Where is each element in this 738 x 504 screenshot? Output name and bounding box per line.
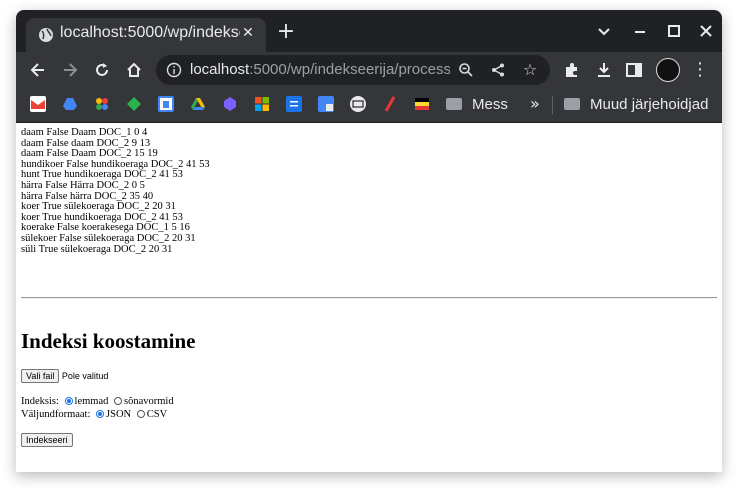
radio-sonavormid[interactable] [114, 397, 122, 405]
choose-file-button[interactable]: Vali fail [21, 369, 60, 383]
radio-json[interactable] [96, 410, 105, 418]
format-row: Väljundformaat: JSON CSV [21, 408, 174, 421]
tab-search-icon[interactable] [592, 20, 616, 42]
radio-csv-label[interactable]: CSV [147, 409, 167, 420]
result-line: daam False Daam DOC_1 0 4 [21, 127, 148, 138]
horizontal-rule [21, 297, 717, 299]
google-drive-icon[interactable] [190, 96, 206, 112]
bookmark-folder-label: Mess [472, 96, 508, 113]
photos-icon[interactable] [94, 96, 110, 112]
result-line: sülekoer False sülekoeraga DOC_2 20 31 [21, 232, 196, 244]
radio-csv[interactable] [136, 410, 145, 418]
bookmarks-bar: Mess » Muud järjehoidjad [16, 88, 722, 123]
result-line: härra False Härra DOC_2 0 5 [21, 179, 145, 191]
new-tab-button[interactable]: + [274, 20, 298, 44]
page-content: daam False Daam DOC_1 0 4 daam False daa… [16, 123, 722, 472]
results-list: daam False Daam DOC_1 0 4 daam False daa… [21, 127, 210, 255]
radio-json-label[interactable]: JSON [106, 409, 131, 420]
index-row: Indeksis: lemmad sõnavormid [21, 395, 174, 408]
profile-avatar[interactable] [656, 58, 680, 82]
reload-icon[interactable] [90, 58, 114, 82]
browser-toolbar: localhost:5000/wp/indekseerija/process ☆… [16, 52, 722, 88]
tab-title: localhost:5000/wp/indekseerija/process [60, 24, 240, 41]
info-icon[interactable] [166, 62, 182, 78]
tab-bar: localhost:5000/wp/indekseerija/process ✕… [16, 10, 722, 52]
slash-bookmark-icon[interactable] [382, 96, 398, 112]
browser-window: localhost:5000/wp/indekseerija/process ✕… [16, 10, 722, 472]
url-text[interactable]: localhost:5000/wp/indekseerija/process [190, 61, 450, 78]
result-line: süli True sülekoeraga DOC_2 20 31 [21, 243, 173, 255]
options-group: Indeksis: lemmad sõnavormid Väljundforma… [21, 395, 174, 421]
maximize-button[interactable] [662, 20, 686, 42]
google-forms-icon[interactable] [286, 96, 302, 112]
index-label: Indeksis: [21, 396, 59, 407]
extensions-icon[interactable] [560, 58, 584, 82]
index-submit-button[interactable]: Indekseeri [21, 433, 73, 447]
forward-icon[interactable] [58, 58, 82, 82]
flag-icon[interactable] [414, 96, 430, 112]
feedly-icon[interactable] [126, 96, 142, 112]
bookmarks-separator [552, 96, 553, 114]
url-host: localhost [190, 61, 250, 78]
microsoft-icon[interactable] [254, 96, 270, 112]
radio-lemmad[interactable] [64, 397, 73, 405]
page-heading: Indeksi koostamine [21, 329, 196, 353]
submit-row: Indekseeri [21, 430, 73, 448]
folder-icon [564, 98, 580, 110]
calendar-icon[interactable] [158, 96, 174, 112]
close-window-button[interactable] [694, 20, 718, 42]
google-translate-icon[interactable] [318, 96, 334, 112]
radio-lemmad-label[interactable]: lemmad [75, 396, 109, 407]
home-icon[interactable] [122, 58, 146, 82]
format-label: Väljundformaat: [21, 409, 91, 420]
back-icon[interactable] [26, 58, 50, 82]
minimize-button[interactable] [628, 20, 652, 42]
bookmark-folder-label: Muud järjehoidjad [590, 96, 709, 113]
bookmark-folder-other[interactable]: Muud järjehoidjad [564, 96, 708, 113]
close-tab-icon[interactable]: ✕ [238, 23, 258, 43]
share-icon[interactable] [486, 58, 510, 82]
drive-bookmark-icon[interactable] [62, 96, 78, 112]
menu-kebab-icon[interactable]: ⋮ [688, 58, 712, 82]
app-bookmark-icon[interactable] [222, 96, 238, 112]
tab-active[interactable]: localhost:5000/wp/indekseerija/process ✕ [26, 18, 266, 52]
zoom-icon[interactable] [454, 58, 478, 82]
file-picker: Vali fail Pole valitud [21, 369, 108, 383]
wayback-icon[interactable] [350, 96, 366, 112]
folder-icon [446, 98, 462, 110]
address-bar[interactable]: localhost:5000/wp/indekseerija/process ☆ [156, 55, 550, 85]
globe-icon [39, 28, 53, 42]
side-panel-icon[interactable] [622, 58, 646, 82]
download-icon[interactable] [592, 58, 616, 82]
gmail-icon[interactable] [30, 96, 46, 112]
url-path: :5000/wp/indekseerija/process [249, 61, 450, 78]
bookmark-folder-mess[interactable]: Mess [446, 96, 508, 113]
bookmark-star-icon[interactable]: ☆ [518, 58, 542, 82]
file-status: Pole valitud [61, 371, 109, 381]
bookmarks-more-icon[interactable]: » [530, 94, 540, 113]
radio-sonavormid-label[interactable]: sõnavormid [124, 396, 174, 407]
